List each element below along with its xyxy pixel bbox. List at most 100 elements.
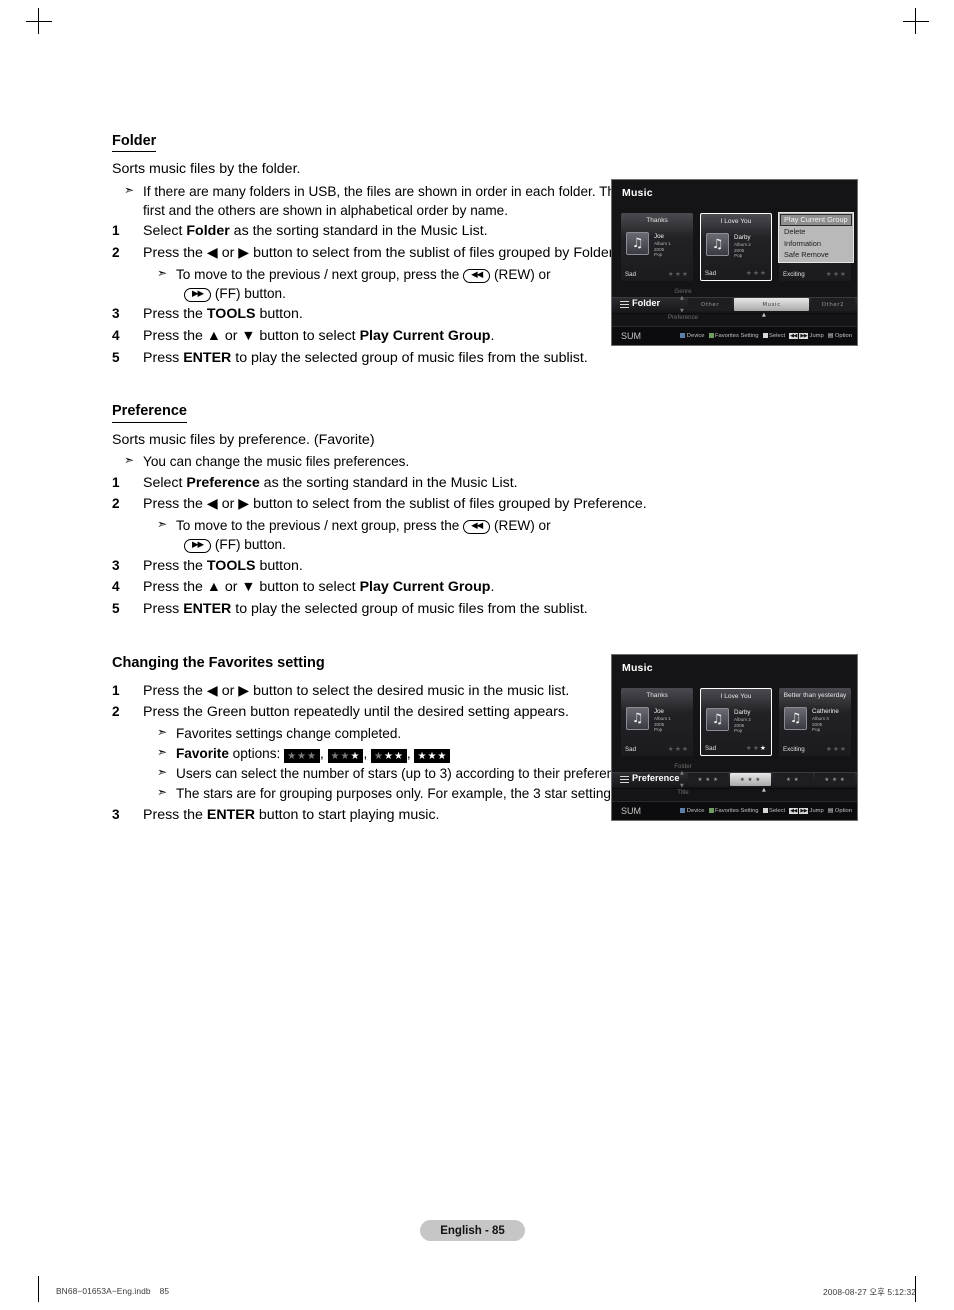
comma-separator: , — [406, 746, 415, 762]
tv2-music-card-list: Thanks ♫ Joe Album 1 2005 Pop Sad ★★★ I Love You… — [621, 688, 853, 756]
music-card[interactable]: Thanks ♫ Joe Album 1 2005 Pop Sad ★★★ — [621, 688, 693, 756]
legend-item[interactable]: Favorites Setting — [708, 807, 759, 814]
music-rating-stars: ★★★ — [668, 270, 689, 278]
tv2-sublist-segments[interactable]: ★ ★ ★ ★ ★ ★ ★ ★ ★ ★ ★ — [688, 773, 855, 786]
tv1-sort-current-label[interactable]: Folder — [632, 298, 660, 308]
music-note-icon: ♫ — [706, 233, 729, 256]
star-icon-on: ★ — [427, 751, 438, 763]
legend-label: Select — [769, 807, 786, 814]
music-mood: Sad — [705, 745, 717, 752]
music-note-icon: ♫ — [706, 708, 729, 731]
legend-label: Favorites Setting — [715, 807, 759, 814]
music-card[interactable]: Thanks ♫ Joe Album 1 2005 Pop Sad ★★★ — [621, 213, 693, 281]
tv1-footer-bar: SUM Device Favorites Setting Select ◀◀ ▶▶ Jum… — [612, 326, 857, 345]
preference-step-2-note: ➣ To move to the previous / next group, … — [112, 516, 857, 554]
tv1-sublist-segments[interactable]: Other Music Other2 — [688, 298, 855, 311]
comma-separator: , — [319, 746, 328, 762]
page-number-badge: English - 85 — [420, 1220, 525, 1241]
music-card-title: I Love You — [720, 693, 752, 700]
music-artist: Darby — [734, 234, 751, 241]
legend-label: Favorites Setting — [715, 332, 759, 339]
section-heading-favorites: Changing the Favorites setting — [112, 654, 325, 671]
tools-menu-item[interactable]: Safe Remove — [780, 249, 852, 261]
step-number: 2 — [112, 704, 120, 720]
color-key-icon — [762, 808, 768, 813]
preference-step-5: 5 Press ENTER to play the selected group… — [112, 599, 857, 619]
jump-icon: ▶▶ — [799, 807, 809, 814]
star-icon-off: ★ — [681, 270, 689, 278]
option-icon: ▤ — [827, 332, 834, 339]
tv1-sort-below-label[interactable]: Preference — [640, 314, 726, 321]
folder-step-5-a: Press — [143, 349, 184, 366]
folder-step-4-c: . — [490, 328, 495, 345]
legend-item[interactable]: ◀◀ ▶▶ Jump — [789, 807, 824, 814]
ff-key-icon: ▶▶ — [184, 287, 212, 302]
tv2-sort-below-label[interactable]: Title — [640, 789, 726, 796]
folder-step-2-note-ff: (FF) button. — [214, 285, 286, 301]
color-key-icon — [708, 808, 714, 813]
star-icon-off: ★ — [674, 745, 682, 753]
sublist-segment[interactable]: ★ ★ ★ — [688, 773, 729, 786]
music-note-icon: ♫ — [626, 707, 649, 730]
legend-item[interactable]: Select — [762, 807, 786, 814]
music-mood: Sad — [705, 270, 717, 277]
music-card[interactable]: Better than yesterday ♫CatherineAlbum 320… — [779, 688, 851, 756]
star-icon-off: ★ — [759, 269, 767, 277]
star-icon-off: ★ — [839, 745, 847, 753]
folder-step-1-c: as the sorting standard in the Music Lis… — [229, 223, 488, 240]
tools-menu-item[interactable]: Information — [780, 238, 852, 250]
music-card[interactable]: I Love You ♫ Darby Album 2 2005 Pop Sad ★★★ — [700, 213, 772, 281]
sublist-segment[interactable]: ★ ★ ★ — [730, 773, 771, 786]
rew-key-icon: ◀◀ — [463, 268, 491, 283]
tv2-sort-current-label[interactable]: Preference — [632, 773, 680, 783]
music-genre: Pop — [654, 727, 663, 733]
star-icon-on: ★ — [393, 751, 404, 763]
legend-item[interactable]: Device — [680, 808, 705, 814]
star-icon-on: ★ — [350, 751, 361, 763]
tv1-sort-above-label[interactable]: Genre — [640, 288, 726, 295]
legend-label: Jump — [809, 332, 824, 339]
star-icon-off: ★ — [330, 751, 341, 763]
tools-menu-item[interactable]: Play Current Group — [780, 214, 852, 226]
tv1-tools-menu[interactable]: Play Current Group Delete Information Safe … — [778, 212, 854, 264]
print-page-number: 85 — [159, 1286, 170, 1296]
legend-item[interactable]: Select — [762, 333, 785, 339]
sublist-segment[interactable]: ★ ★ ★ — [814, 773, 855, 786]
music-card-footer: Sad ★★★ — [705, 744, 767, 752]
sublist-segment[interactable]: Other2 — [810, 298, 855, 311]
step-number: 2 — [112, 245, 120, 261]
jump-icon: ◀◀ — [789, 332, 798, 339]
preference-step-3-b: TOOLS — [206, 557, 256, 574]
music-card[interactable]: I Love You ♫ Darby Album 2 2005 Pop Sad ★★★ — [700, 688, 772, 756]
star-icon-off: ★ — [287, 751, 298, 763]
preference-step-5-a: Press — [143, 601, 184, 618]
legend-label: Option — [834, 332, 852, 339]
legend-item[interactable]: Device — [680, 333, 705, 339]
legend-item[interactable]: ▤ Option — [828, 332, 852, 339]
tools-menu-item[interactable]: Delete — [780, 226, 852, 238]
preference-step-1-b: Preference — [186, 474, 260, 491]
legend-item[interactable]: Favorites Setting — [708, 332, 759, 339]
music-mood: Sad — [625, 271, 637, 278]
tv2-sort-above-label[interactable]: Folder — [640, 763, 726, 770]
preference-step-2: 2 Press the ◀ or ▶ button to select from… — [112, 494, 857, 514]
print-file-info: BN68−01653A−Eng.indb 85 — [56, 1286, 169, 1296]
sublist-segment[interactable]: ★ ★ — [772, 773, 813, 786]
sublist-segment[interactable]: Music — [734, 298, 809, 311]
star-icon-off: ★ — [667, 270, 675, 278]
step-number: 1 — [112, 223, 120, 239]
tv1-sum-label: SUM — [621, 331, 641, 341]
tv-screenshot-music-preference: Music Thanks ♫ Joe Album 1 2005 Pop Sad ★★★ I Lo… — [611, 654, 858, 821]
favorite-star-chip: ★★★ — [414, 749, 451, 764]
music-artist: Darby — [734, 709, 751, 716]
music-artist: Joe — [654, 708, 664, 715]
legend-item[interactable]: ◀◀ ▶▶ Jump — [789, 332, 824, 339]
folder-step-3-c: button. — [255, 306, 303, 323]
music-card-body: ♫ Darby Album 2 2005 Pop — [706, 708, 751, 734]
music-album: Album 2 — [734, 717, 751, 723]
favorites-note-2-rest: options: — [228, 746, 281, 762]
arrow-bullet-icon: ➣ — [157, 724, 168, 739]
legend-item[interactable]: ▤ Option — [828, 807, 852, 814]
step-number: 3 — [112, 306, 120, 322]
sublist-segment[interactable]: Other — [688, 298, 733, 311]
